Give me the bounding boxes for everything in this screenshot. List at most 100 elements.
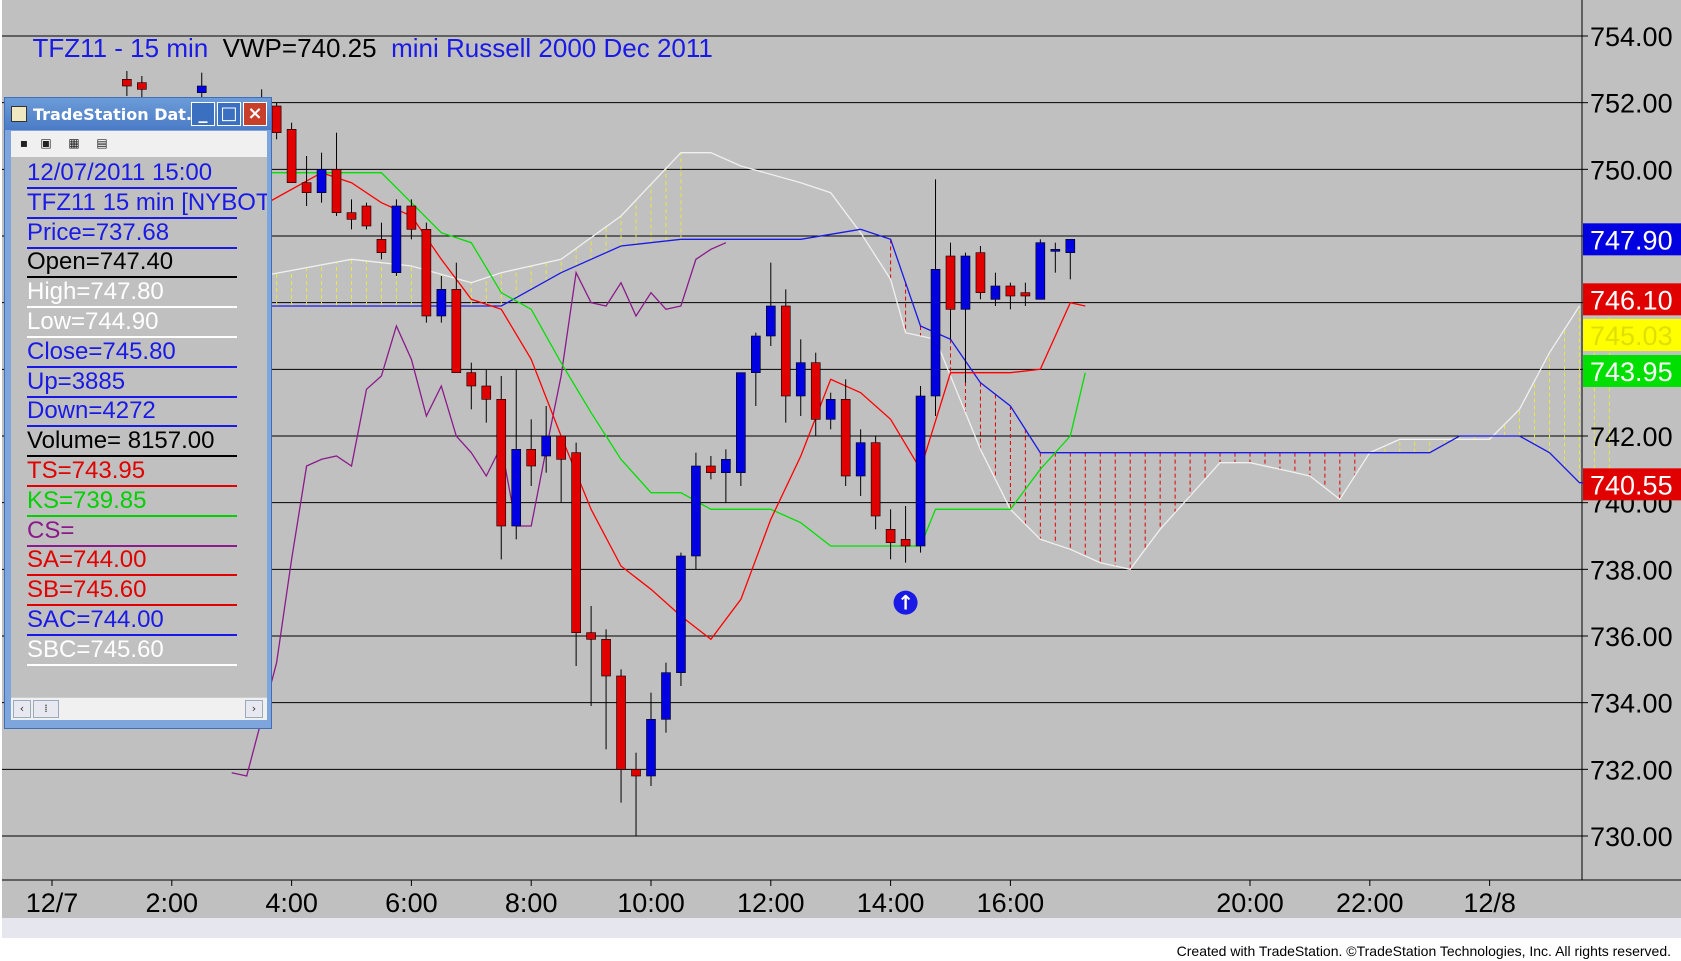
minimize-icon[interactable]: _: [191, 102, 215, 126]
candle-up: [1050, 249, 1061, 252]
y-tick-label: 730.00: [1590, 822, 1673, 852]
candle-down: [481, 385, 492, 400]
data-window-row: CS=: [27, 517, 237, 547]
x-tick-label: 12:00: [737, 888, 805, 918]
chart-scrollbar: [2, 918, 1681, 938]
data-window-row: SAC=744.00: [27, 606, 237, 636]
candle-down: [571, 452, 581, 633]
last-value-label: 743.95: [1590, 357, 1673, 387]
y-tick-label: 732.00: [1590, 755, 1673, 785]
candle-up: [825, 399, 836, 420]
candle-up: [721, 459, 731, 473]
properties-icon[interactable]: ▤: [95, 136, 109, 150]
data-window-row: SBC=745.60: [27, 635, 237, 666]
candle-down: [631, 769, 641, 777]
data-window[interactable]: TradeStation Dat... _ □ × ▪ ▣ ▦ ▤ 12/07/…: [4, 97, 272, 729]
buy-signal-arrow-icon: ↑: [897, 591, 914, 615]
candle-up: [511, 449, 522, 527]
y-tick-label: 752.00: [1590, 89, 1673, 119]
maximize-icon[interactable]: □: [217, 102, 241, 126]
candle-up: [915, 395, 926, 547]
candle-up: [436, 289, 447, 317]
y-tick-label: 738.00: [1590, 555, 1673, 585]
x-tick-label: 22:00: [1336, 888, 1404, 918]
data-window-row-text: KS=739.85: [27, 486, 147, 514]
scroll-right-icon[interactable]: ›: [245, 700, 263, 718]
app-icon: [11, 106, 27, 122]
last-value-label: 740.55: [1590, 470, 1673, 500]
candle-down: [466, 372, 477, 387]
chart-root: 754.00752.00750.00748.00746.00744.00742.…: [0, 0, 1681, 961]
x-tick-label: 10:00: [617, 888, 685, 918]
x-tick-label: 16:00: [977, 888, 1045, 918]
data-window-row: Low=744.90: [27, 308, 237, 338]
x-tick-label: 4:00: [265, 888, 318, 918]
candle-down: [406, 205, 417, 230]
data-window-row-text: TFZ11 15 min [NYBOT]: [27, 188, 267, 216]
symbol-interval: TFZ11 - 15 min: [32, 33, 209, 63]
data-window-row: TFZ11 15 min [NYBOT]: [27, 189, 267, 219]
candle-up: [736, 372, 746, 473]
time-axis-background: [2, 880, 1681, 918]
data-window-row-underline: [27, 663, 237, 666]
candle-down: [885, 529, 896, 543]
candle-up: [661, 672, 671, 720]
candle-down: [780, 305, 791, 397]
candle-up: [765, 305, 776, 337]
data-window-row-text: 12/07/2011 15:00: [27, 159, 213, 186]
data-window-row: Volume= 8157.00: [27, 427, 237, 458]
candle-down: [526, 449, 537, 467]
print-icon[interactable]: ▣: [39, 136, 53, 150]
candle-down: [376, 239, 387, 253]
data-window-row-text: SB=745.60: [27, 576, 147, 604]
x-tick-label: 14:00: [857, 888, 925, 918]
horizontal-scrollbar[interactable]: ‹ ⁞ ›: [11, 697, 267, 720]
x-tick-label: 20:00: [1216, 888, 1284, 918]
candle-down: [331, 169, 342, 213]
candle-down: [421, 229, 432, 317]
data-window-row: Price=737.68: [27, 218, 237, 249]
data-window-row: Up=3885: [27, 367, 237, 398]
data-window-row: Down=4272: [27, 397, 237, 428]
last-value-label: 745.03: [1590, 321, 1673, 351]
data-window-row-text: Up=3885: [27, 367, 126, 395]
data-window-row: Close=745.80: [27, 337, 237, 368]
save-icon[interactable]: ▪: [17, 136, 31, 150]
data-window-row: High=747.80: [27, 278, 237, 309]
candle-up: [676, 555, 686, 673]
x-tick-label: 6:00: [385, 888, 438, 918]
scroll-left-icon[interactable]: ‹: [13, 700, 31, 718]
last-value-label: 746.10: [1590, 285, 1673, 315]
vwp-value: VWP=740.25: [222, 33, 377, 63]
candle-up: [930, 269, 941, 397]
x-tick-label: 8:00: [505, 888, 558, 918]
candle-down: [556, 435, 566, 460]
x-tick-label: 12/7: [26, 888, 79, 918]
symbol-description: mini Russell 2000 Dec 2011: [391, 33, 713, 63]
data-window-row-text: High=747.80: [27, 278, 164, 306]
candle-down: [586, 632, 596, 640]
data-window-row-text: Close=745.80: [27, 337, 176, 365]
data-window-titlebar[interactable]: TradeStation Dat... _ □ ×: [5, 98, 271, 130]
candle-up: [751, 335, 761, 373]
grid-icon[interactable]: ▦: [67, 136, 81, 150]
candle-down: [271, 105, 282, 133]
data-window-row: SB=745.60: [27, 576, 237, 607]
scroll-thumb[interactable]: ⁞: [33, 700, 59, 718]
y-tick-label: 734.00: [1590, 689, 1673, 719]
data-window-row-text: SBC=745.60: [27, 635, 164, 663]
data-window-row-text: SA=744.00: [27, 546, 147, 574]
copyright-footer: Created with TradeStation. ©TradeStation…: [1176, 943, 1671, 959]
data-window-row: SA=744.00: [27, 546, 237, 577]
x-tick-label: 12/8: [1463, 888, 1516, 918]
candle-up: [541, 435, 551, 457]
candle-down: [945, 255, 956, 310]
data-window-toolbar: ▪ ▣ ▦ ▤: [11, 131, 267, 157]
close-icon[interactable]: ×: [243, 102, 267, 126]
candle-down: [840, 399, 851, 477]
candle-down: [900, 539, 911, 547]
data-window-row-text: Volume= 8157.00: [27, 427, 215, 455]
data-window-row-text: Price=737.68: [27, 218, 170, 246]
candle-up: [1035, 242, 1046, 300]
candle-up: [795, 362, 806, 397]
